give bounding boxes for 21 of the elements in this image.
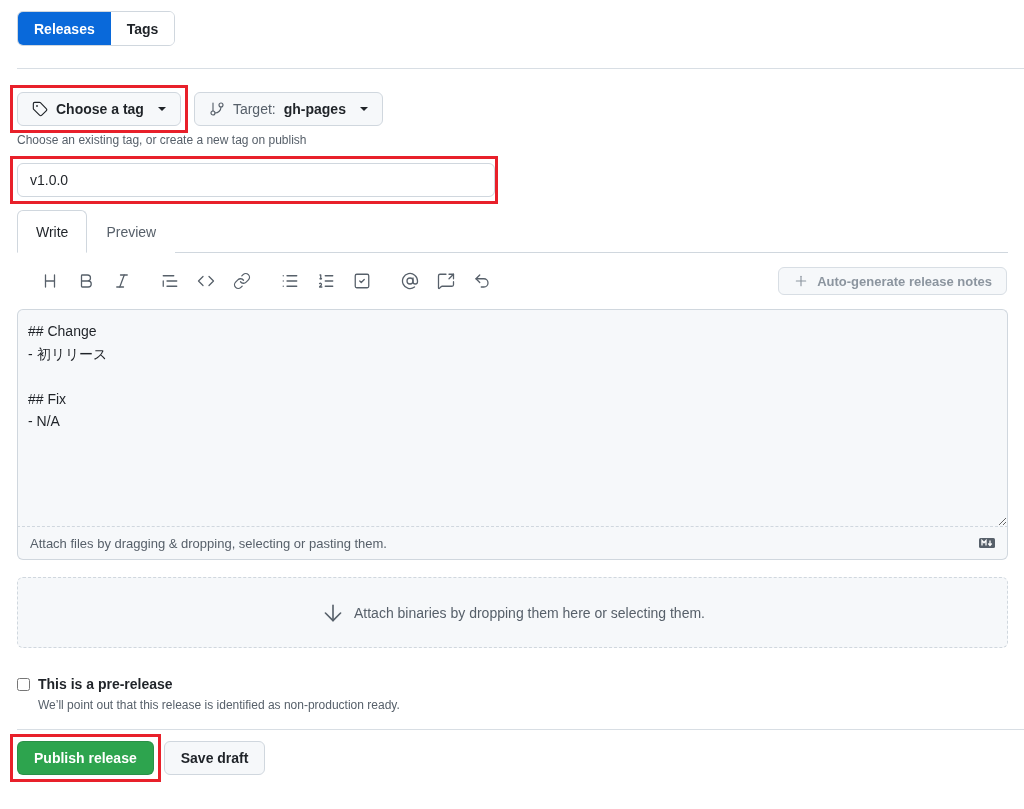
prerelease-checkbox[interactable] (17, 677, 30, 691)
attach-files-hint: Attach files by dragging & dropping, selecting or pasting them. (30, 535, 387, 551)
caret-icon (157, 107, 166, 111)
toggle-button[interactable]: Releases (18, 12, 111, 45)
prerelease-note: We’ll point out that this release is identified as non-production ready. (38, 698, 401, 712)
branch-icon (208, 101, 225, 117)
release-title-field[interactable]: v1.0.0 (17, 163, 495, 197)
editor-textarea[interactable]: ## Change - 初リリース ## Fix - N/A (17, 309, 1008, 526)
markdown-icon (979, 538, 995, 548)
choose-tag-button[interactable]: Choose a tag (17, 92, 181, 126)
binaries-dropzone[interactable]: Attach binaries by dropping them here or selecting them. (17, 577, 1008, 648)
editor-tab[interactable]: Write (17, 210, 88, 253)
tag-icon (32, 101, 48, 117)
caret-icon (359, 107, 368, 111)
prerelease-label: This is a pre-release (38, 676, 173, 692)
tag-hint: Choose an existing tag, or create a new tag on publish (17, 133, 308, 147)
target-label: Target: (232, 101, 276, 117)
dropzone-text: Attach binaries by dropping them here or selecting them. (354, 604, 705, 621)
branch-name: gh-pages (283, 101, 346, 117)
save-draft-button[interactable]: Save draft (163, 741, 266, 775)
target-branch-button[interactable]: Target: gh-pages (193, 92, 383, 126)
